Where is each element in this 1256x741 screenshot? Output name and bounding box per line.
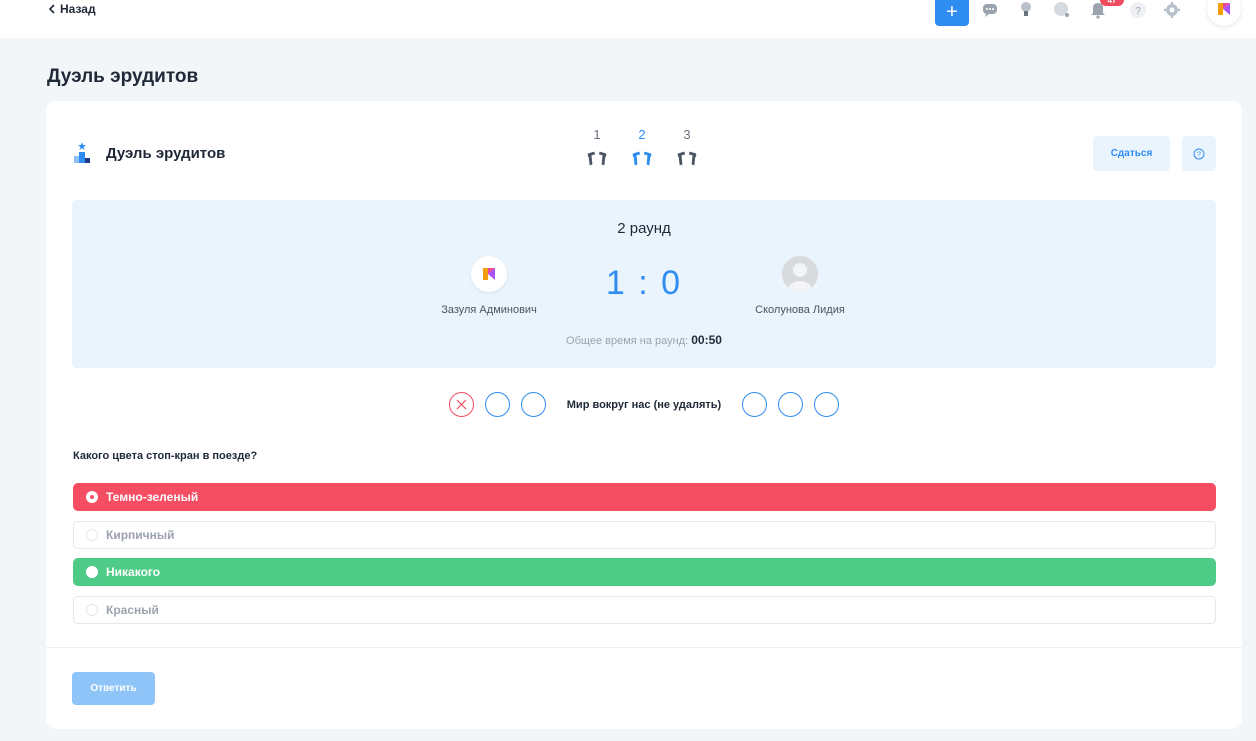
score: 1 : 0: [605, 264, 683, 302]
round-2: 2: [631, 127, 653, 169]
svg-text:?: ?: [1135, 6, 1141, 17]
round-time: Общее время на раунд: 00:50: [72, 333, 1216, 347]
card-title: Дуэль эрудитов: [106, 145, 226, 162]
plus-icon: +: [946, 0, 958, 23]
chevron-left-icon: [48, 4, 55, 14]
progress-empty-marker: [521, 392, 547, 417]
answer-option[interactable]: Никакого: [73, 558, 1216, 586]
surrender-button[interactable]: Сдаться: [1093, 136, 1170, 171]
circle-icon[interactable]: [1052, 0, 1072, 20]
duel-card: Дуэль эрудитов 1 2 3 Сдаться ? 2 раунд З…: [46, 101, 1242, 729]
round-label: 2 раунд: [617, 220, 671, 237]
player-right-name: Сколунова Лидия: [755, 304, 845, 316]
answer-option[interactable]: Красный: [73, 595, 1216, 624]
round-1: 1: [586, 127, 608, 169]
user-avatar[interactable]: [1207, 0, 1241, 26]
answer-option[interactable]: Темно-зеленый: [73, 483, 1216, 511]
top-bar: Назад + 47 ?: [0, 0, 1256, 38]
answer-option-label: Красный: [106, 602, 159, 617]
progress-empty-marker: [741, 392, 767, 417]
answer-option[interactable]: Кирпичный: [73, 520, 1216, 549]
round-time-value: 00:50: [691, 333, 722, 347]
answer-options: Темно-зеленый Кирпичный Никакого Красный: [73, 483, 1216, 633]
progress-empty-marker: [485, 392, 511, 417]
gear-icon[interactable]: [1162, 0, 1182, 20]
help-icon: ?: [1193, 148, 1205, 159]
close-icon: [456, 399, 467, 410]
svg-text:?: ?: [1197, 151, 1201, 158]
topic-label: Мир вокруг нас (не удалять): [566, 398, 722, 411]
radio-icon: [86, 566, 98, 578]
player-left-name: Зазуля Админович: [441, 304, 537, 316]
question-icon[interactable]: ?: [1128, 0, 1148, 20]
score-panel: 2 раунд Зазуля Админович 1 : 0 Сколунова…: [72, 200, 1216, 368]
help-button[interactable]: ?: [1182, 136, 1216, 171]
round-time-label: Общее время на раунд:: [566, 335, 689, 347]
player-right-avatar: [782, 256, 818, 292]
radio-icon: [86, 528, 98, 541]
answer-button[interactable]: Ответить: [72, 672, 155, 705]
notification-badge: 47: [1100, 0, 1124, 6]
chat-icon[interactable]: [981, 0, 1001, 20]
answer-option-label: Темно-зеленый: [106, 490, 199, 504]
round-number: 1: [593, 127, 601, 142]
back-label: Назад: [60, 2, 96, 16]
page-title: Дуэль эрудитов: [47, 66, 199, 87]
question-text: Какого цвета стоп-кран в поезде?: [73, 450, 258, 462]
lightbulb-icon[interactable]: [1016, 0, 1036, 20]
round-3: 3: [676, 127, 698, 169]
progress-empty-marker: [777, 392, 803, 417]
radio-icon: [86, 603, 98, 616]
round-indicator: 1 2 3: [586, 127, 698, 169]
progress-wrong-marker: [449, 392, 475, 417]
add-button[interactable]: +: [935, 0, 969, 26]
answer-option-label: Кирпичный: [106, 527, 175, 542]
pistols-icon: [676, 149, 698, 169]
divider: [46, 647, 1242, 648]
pistols-icon: [586, 149, 608, 169]
radio-icon: [86, 491, 98, 503]
answer-progress: Мир вокруг нас (не удалять): [46, 392, 1242, 417]
pistols-icon: [631, 149, 653, 169]
answer-option-label: Никакого: [106, 565, 161, 579]
round-number: 2: [638, 127, 646, 142]
player-right: Сколунова Лидия: [735, 256, 865, 316]
back-button[interactable]: Назад: [48, 2, 96, 16]
podium-icon: [74, 142, 90, 163]
progress-empty-marker: [813, 392, 839, 417]
round-number: 3: [683, 127, 691, 142]
